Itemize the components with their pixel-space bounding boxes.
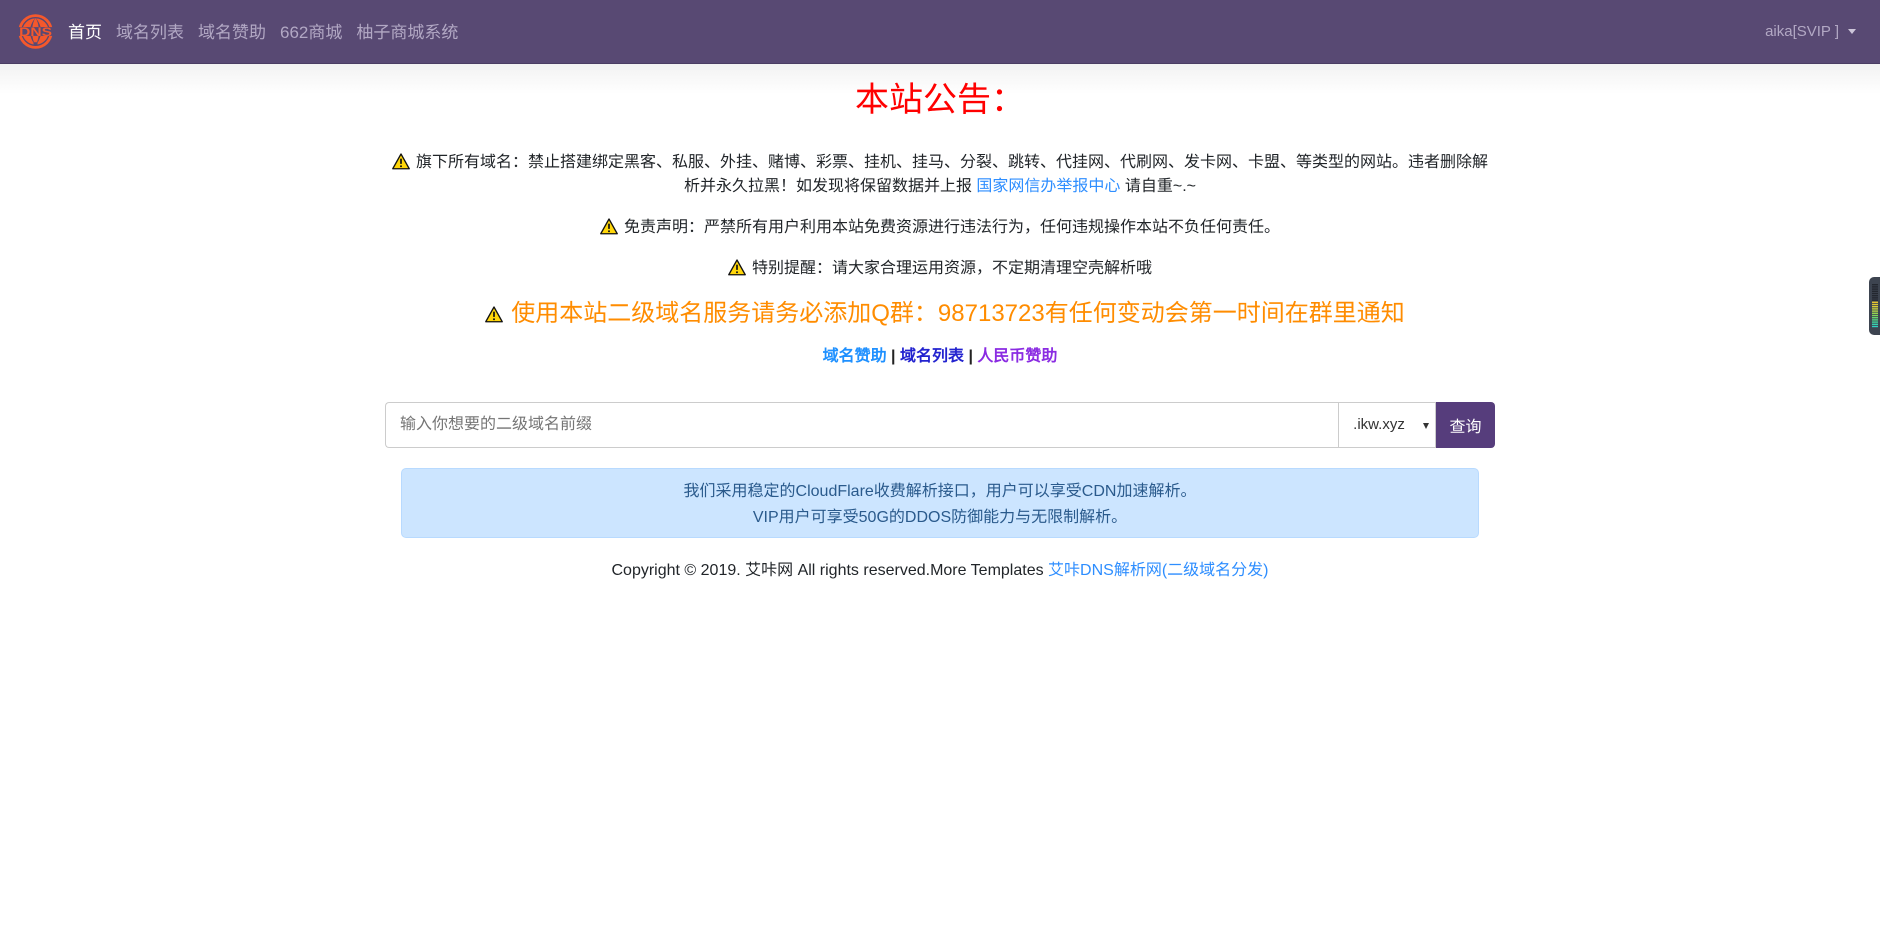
- svg-text:DNS: DNS: [19, 26, 52, 39]
